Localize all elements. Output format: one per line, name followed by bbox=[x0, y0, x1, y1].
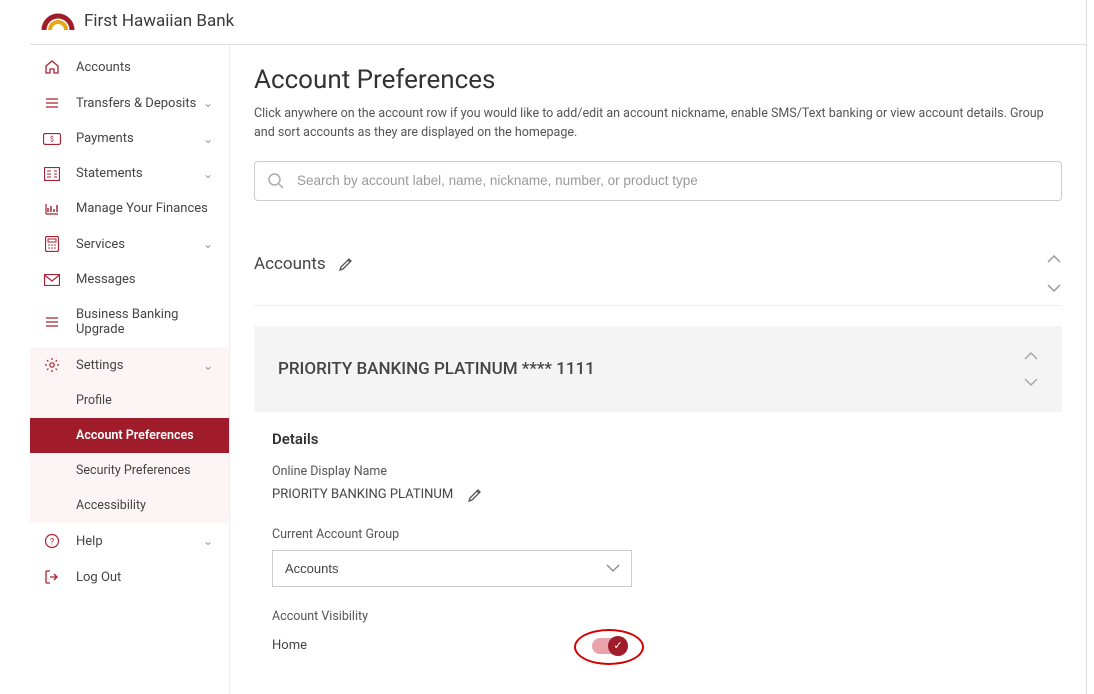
chart-icon bbox=[42, 202, 62, 216]
sidebar-item-accounts[interactable]: Accounts bbox=[30, 49, 229, 85]
chevron-up-icon: ⌃ bbox=[203, 358, 213, 372]
check-icon: ✓ bbox=[608, 636, 628, 656]
page-description: Click anywhere on the account row if you… bbox=[254, 105, 1062, 143]
section-title: Accounts bbox=[254, 254, 326, 274]
chevron-down-icon: ⌄ bbox=[203, 167, 213, 181]
visibility-label: Account Visibility bbox=[272, 609, 1044, 624]
sidebar-item-statements[interactable]: Statements ⌄ bbox=[30, 156, 229, 191]
details-heading: Details bbox=[272, 430, 1044, 448]
menu-icon bbox=[42, 314, 62, 330]
sidebar-item-services[interactable]: Services ⌄ bbox=[30, 226, 229, 262]
search-input[interactable] bbox=[297, 173, 1049, 188]
sidebar-item-label: Business Banking Upgrade bbox=[76, 307, 213, 337]
sidebar-item-label: Messages bbox=[76, 272, 213, 287]
svg-text:$: $ bbox=[50, 135, 54, 143]
search-box[interactable] bbox=[254, 161, 1062, 201]
section-move-up[interactable] bbox=[1046, 254, 1062, 264]
search-icon bbox=[267, 172, 285, 190]
sidebar-item-help[interactable]: ? Help ⌄ bbox=[30, 523, 229, 559]
account-details: Details Online Display Name PRIORITY BAN… bbox=[254, 412, 1062, 654]
sidebar-item-payments[interactable]: $ Payments ⌄ bbox=[30, 121, 229, 156]
brand-name: First Hawaiian Bank bbox=[84, 11, 234, 31]
chevron-down-icon: ⌄ bbox=[203, 534, 213, 548]
sidebar-sub-security-preferences[interactable]: Security Preferences bbox=[30, 453, 229, 488]
visibility-home-toggle[interactable]: ✓ bbox=[592, 638, 626, 654]
main-content: Account Preferences Click anywhere on th… bbox=[230, 45, 1086, 694]
sidebar-item-label: Help bbox=[76, 534, 203, 549]
chevron-down-icon: ⌄ bbox=[203, 96, 213, 110]
sidebar-item-transfers[interactable]: Transfers & Deposits ⌄ bbox=[30, 85, 229, 121]
account-title: PRIORITY BANKING PLATINUM **** 1111 bbox=[278, 359, 595, 379]
calculator-icon bbox=[42, 236, 62, 252]
statement-icon bbox=[42, 167, 62, 181]
logo-icon bbox=[40, 10, 76, 32]
brand-logo: First Hawaiian Bank bbox=[40, 10, 234, 32]
page-title: Account Preferences bbox=[254, 65, 1062, 95]
envelope-icon bbox=[42, 274, 62, 286]
sidebar-item-business-upgrade[interactable]: Business Banking Upgrade bbox=[30, 297, 229, 347]
sidebar-item-label: Services bbox=[76, 237, 203, 252]
sidebar-item-label: Log Out bbox=[76, 570, 213, 585]
settings-submenu: Profile Account Preferences Security Pre… bbox=[30, 383, 229, 523]
svg-text:?: ? bbox=[50, 538, 54, 548]
edit-display-name-button[interactable] bbox=[467, 487, 483, 503]
sidebar-item-label: Payments bbox=[76, 131, 203, 146]
sidebar-item-label: Transfers & Deposits bbox=[76, 96, 203, 111]
chevron-down-icon: ⌄ bbox=[203, 237, 213, 251]
sidebar-sub-accessibility[interactable]: Accessibility bbox=[30, 488, 229, 523]
edit-section-button[interactable] bbox=[338, 256, 354, 272]
sidebar-item-label: Manage Your Finances bbox=[76, 201, 213, 216]
menu-icon bbox=[42, 95, 62, 111]
account-move-down[interactable] bbox=[1024, 378, 1038, 386]
sidebar-item-manage-finances[interactable]: Manage Your Finances bbox=[30, 191, 229, 226]
help-icon: ? bbox=[42, 533, 62, 549]
visibility-home-label: Home bbox=[272, 638, 592, 653]
sidebar-sub-profile[interactable]: Profile bbox=[30, 383, 229, 418]
logout-icon bbox=[42, 569, 62, 585]
home-icon bbox=[42, 59, 62, 75]
section-move-down[interactable] bbox=[1046, 283, 1062, 293]
display-name-value: PRIORITY BANKING PLATINUM bbox=[272, 487, 453, 502]
sidebar-item-label: Statements bbox=[76, 166, 203, 181]
payment-icon: $ bbox=[42, 133, 62, 145]
account-group-select[interactable]: Accounts bbox=[272, 550, 632, 587]
display-name-label: Online Display Name bbox=[272, 464, 1044, 479]
sidebar-item-messages[interactable]: Messages bbox=[30, 262, 229, 297]
group-label: Current Account Group bbox=[272, 527, 1044, 542]
account-move-up[interactable] bbox=[1024, 352, 1038, 360]
sidebar-sub-account-preferences[interactable]: Account Preferences bbox=[30, 418, 229, 453]
sidebar-item-settings[interactable]: Settings ⌃ bbox=[30, 347, 229, 383]
sidebar-item-label: Settings bbox=[76, 358, 203, 373]
chevron-down-icon: ⌄ bbox=[203, 132, 213, 146]
sidebar-item-label: Accounts bbox=[76, 60, 213, 75]
account-row[interactable]: PRIORITY BANKING PLATINUM **** 1111 bbox=[254, 326, 1062, 412]
sidebar-nav: Accounts Transfers & Deposits ⌄ $ Paymen… bbox=[30, 45, 230, 694]
gear-icon bbox=[42, 357, 62, 373]
sidebar-item-logout[interactable]: Log Out bbox=[30, 559, 229, 595]
app-header: First Hawaiian Bank bbox=[30, 0, 1086, 45]
accounts-section-header: Accounts bbox=[254, 229, 1062, 306]
